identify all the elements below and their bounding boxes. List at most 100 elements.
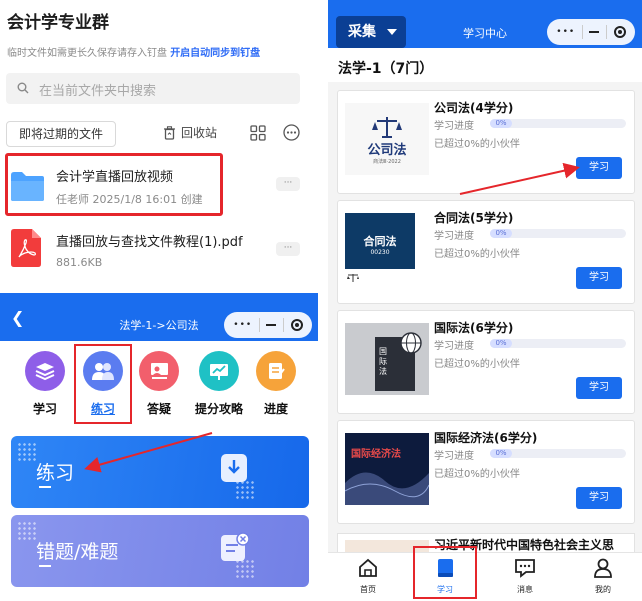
card-label: 错题/难题 [36,541,119,563]
teacher-icon [139,351,179,391]
storage-hint: 临时文件如需更长久保存请存入钉盘 开启自动同步到钉盘 [7,44,260,59]
recycle-bin-button[interactable]: 回收站 [163,124,217,141]
chart-board-icon [199,351,239,391]
search-icon [17,82,29,94]
notepad-icon [256,351,296,391]
course-card[interactable]: 国际法 国际法(6学分) 学习进度 0% 已超过0%的小伙伴 学习 [337,310,635,414]
study-button[interactable]: 学习 [576,267,622,289]
course-card[interactable]: 合同法 00230 合同法(5学分) 学习进度 0% 已超过0%的小伙伴 学习 [337,200,635,304]
bottom-tab-bar: 首页 学习 消息 我的 [328,552,642,601]
course-name: 国际法(6学分) [434,321,514,335]
recycle-bin-label: 回收站 [181,126,218,140]
course-name: 公司法(4学分) [434,101,514,115]
peer-rank-text: 已超过0%的小伙伴 [434,139,520,150]
cover-title: 国际法 [379,347,387,376]
practice-card[interactable]: 练习 [11,436,309,508]
practice-panel: ❮ 法学-1->公司法 ••• 学习 练习 答疑 提分攻略 进度 练习 错题/难… [0,293,318,601]
category-label: 答疑 [146,402,171,416]
progress-value: 0% [490,119,512,128]
mini-program-nav-bar: 采集 学习中心 ••• [328,0,642,48]
download-tray-icon [221,454,247,482]
progress-label: 学习进度 [434,451,474,462]
highlight-box [5,153,223,216]
capsule-more-icon[interactable]: ••• [556,27,575,37]
file-more-button[interactable]: ··· [276,177,300,191]
scales-icon [347,274,359,282]
course-cover: 国际法 [345,323,429,395]
course-cover: 国际经济法 [345,433,429,505]
course-cover: 合同法 00230 [345,213,429,285]
progress-label: 学习进度 [434,121,474,132]
course-card[interactable]: 公司法 商法Ⅲ·2022 公司法(4学分) 学习进度 0% 已超过0%的小伙伴 … [337,90,635,194]
progress-bar: 0% [490,449,626,458]
file-more-button[interactable]: ··· [276,242,300,256]
progress-label: 学习进度 [434,341,474,352]
category-label: 学习 [32,402,57,416]
category-qa[interactable]: 答疑 [131,351,187,419]
file-meta: 881.6KB [56,256,103,269]
minimize-icon[interactable] [266,324,277,326]
pdf-icon [11,229,41,267]
highlight-box [74,344,132,424]
progress-label: 学习进度 [434,231,474,242]
progress-value: 0% [490,339,512,348]
search-input[interactable]: 在当前文件夹中搜索 [6,73,300,104]
capsule-more-icon[interactable]: ••• [233,320,252,330]
wrong-questions-card[interactable]: 错题/难题 [11,515,309,587]
more-options-icon[interactable] [283,124,300,141]
storage-hint-text: 临时文件如需更长久保存请存入钉盘 [7,48,167,59]
close-target-icon[interactable] [290,319,303,331]
capsule-menu[interactable]: ••• [224,312,312,338]
cover-subtitle: 商法Ⅲ·2022 [373,159,401,165]
progress-bar: 0% [490,119,626,128]
files-panel: 会计学专业群 临时文件如需更长久保存请存入钉盘 开启自动同步到钉盘 在当前文件夹… [0,0,316,292]
trash-icon [164,125,175,140]
cover-title: 合同法 [363,235,397,248]
error-note-icon [221,532,249,561]
expiring-files-button[interactable]: 即将过期的文件 [6,121,116,147]
progress-bar: 0% [490,339,626,348]
category-study[interactable]: 学习 [17,351,73,419]
file-row-pdf[interactable]: 直播回放与查找文件教程(1).pdf 881.6KB ··· [0,225,316,283]
tab-home[interactable]: 首页 [343,557,393,595]
course-cover: 公司法 商法Ⅲ·2022 [345,103,429,175]
minimize-icon[interactable] [589,31,600,33]
course-name: 合同法(5学分) [434,211,514,225]
search-placeholder: 在当前文件夹中搜索 [39,84,157,99]
cover-title: 公司法 [367,143,407,158]
highlight-box [413,546,477,599]
capsule-menu[interactable]: ••• [547,19,635,45]
courses-panel: 采集 学习中心 ••• 法学-1（7门） 公司法 商法Ⅲ·2022 公司法(4学… [328,0,642,601]
course-card[interactable]: 习近平新时代中国特色社会主义思 [337,533,635,553]
mini-program-nav-bar: ❮ 法学-1->公司法 ••• [0,293,318,341]
card-label: 练习 [36,462,75,484]
close-target-icon[interactable] [613,26,626,38]
peer-rank-text: 已超过0%的小伙伴 [434,469,520,480]
file-name: 直播回放与查找文件教程(1).pdf [56,235,243,250]
stack-icon [25,351,65,391]
tab-label: 我的 [595,585,611,594]
category-strategy[interactable]: 提分攻略 [191,351,247,419]
study-button[interactable]: 学习 [576,377,622,399]
grid-view-icon[interactable] [250,125,266,141]
message-icon [515,559,535,578]
progress-value: 0% [490,449,512,458]
category-progress[interactable]: 进度 [248,351,304,419]
study-button[interactable]: 学习 [576,157,622,179]
tab-mine[interactable]: 我的 [578,557,628,595]
globe-icon [400,332,422,354]
progress-bar: 0% [490,229,626,238]
peer-rank-text: 已超过0%的小伙伴 [434,249,520,260]
course-card[interactable]: 国际经济法 国际经济法(6学分) 学习进度 0% 已超过0%的小伙伴 学习 [337,420,635,524]
user-icon [594,558,612,578]
group-title: 会计学专业群 [7,13,109,33]
auto-sync-link[interactable]: 开启自动同步到钉盘 [170,48,260,59]
cover-subtitle: 00230 [370,249,390,256]
tab-messages[interactable]: 消息 [500,557,550,595]
tab-label: 首页 [360,585,376,594]
study-button[interactable]: 学习 [576,487,622,509]
category-label: 进度 [263,402,288,416]
peer-rank-text: 已超过0%的小伙伴 [434,359,520,370]
category-label: 提分攻略 [194,402,243,416]
cover-title: 国际经济法 [351,449,401,460]
